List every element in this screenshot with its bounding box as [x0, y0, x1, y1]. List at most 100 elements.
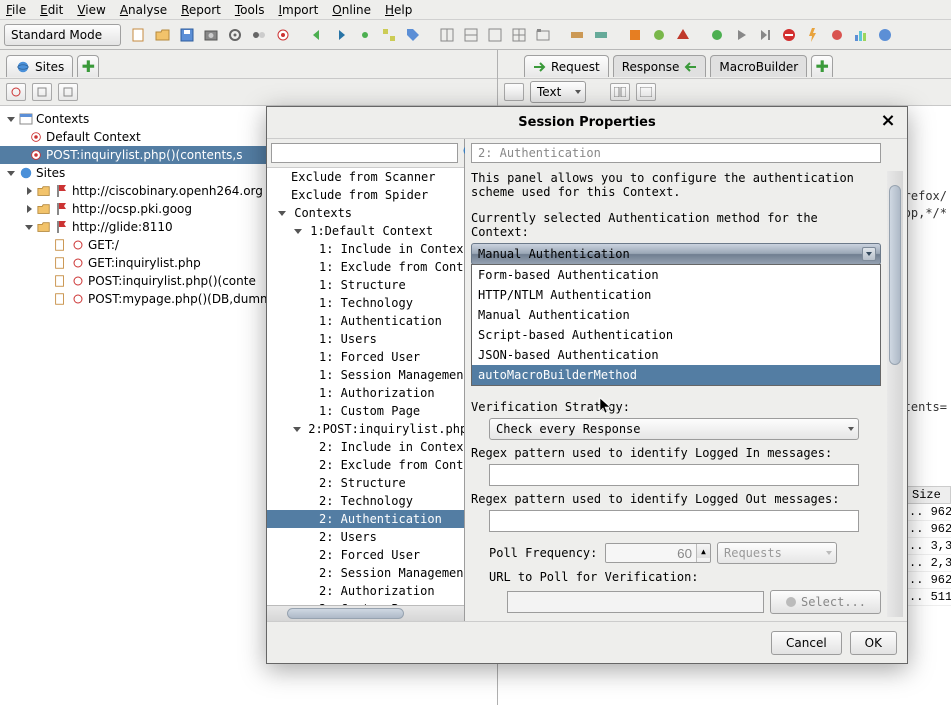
tree-item[interactable]: 1: Authorization [267, 384, 464, 402]
break-response-icon[interactable] [591, 25, 611, 45]
dropdown-option[interactable]: HTTP/NTLM Authentication [472, 285, 880, 305]
tree-item[interactable]: 2: Technology [267, 492, 464, 510]
arrow-left-green-icon[interactable] [307, 25, 327, 45]
tree-item-ctx1[interactable]: 1:Default Context [267, 222, 464, 240]
expander-icon[interactable] [6, 168, 16, 178]
expander-icon[interactable] [293, 424, 301, 434]
expander-icon[interactable] [24, 222, 34, 232]
tree-item[interactable]: 1: Exclude from Cont [267, 258, 464, 276]
close-icon[interactable]: × [879, 113, 897, 131]
break-request-icon[interactable] [567, 25, 587, 45]
tab-response[interactable]: Response [613, 55, 707, 77]
menu-import[interactable]: Import [278, 3, 318, 17]
context-new-icon[interactable] [6, 83, 26, 101]
tab-request[interactable]: Request [524, 55, 609, 77]
tree-item[interactable]: 1: Authentication [267, 312, 464, 330]
addon-orange-icon[interactable] [625, 25, 645, 45]
menu-edit[interactable]: Edit [40, 3, 63, 17]
expander-icon[interactable] [6, 114, 16, 124]
dropdown-option[interactable]: Manual Authentication [472, 305, 880, 325]
view-mode-select[interactable]: Text [530, 81, 586, 103]
open-icon[interactable] [153, 25, 173, 45]
expand-icon[interactable] [379, 25, 399, 45]
split-single-icon[interactable] [636, 83, 656, 101]
tree-item-ctx2[interactable]: 2:POST:inquirylist.php( [267, 420, 464, 438]
tab-add-right[interactable]: ✚ [811, 55, 833, 77]
tree-item[interactable]: 1: Custom Page [267, 402, 464, 420]
split-h-icon[interactable] [610, 83, 630, 101]
poll-frequency-spinner[interactable]: ▴▾ [605, 543, 711, 563]
spider-green-icon[interactable] [355, 25, 375, 45]
tree-item[interactable]: 2: Session Managemen [267, 564, 464, 582]
browser-icon[interactable] [875, 25, 895, 45]
tree-item[interactable]: 1: Include in Contex [267, 240, 464, 258]
poll-url-input[interactable] [507, 591, 764, 613]
search-input[interactable] [271, 143, 458, 163]
tree-item-selected[interactable]: 2: Authentication [267, 510, 464, 528]
tree-item[interactable]: 1: Users [267, 330, 464, 348]
menu-view[interactable]: View [77, 3, 105, 17]
scrollbar-thumb[interactable] [287, 608, 404, 619]
cancel-button[interactable]: Cancel [771, 631, 842, 655]
menu-file[interactable]: File [6, 3, 26, 17]
menu-report[interactable]: Report [181, 3, 221, 17]
dropdown-option[interactable]: Script-based Authentication [472, 325, 880, 345]
record-green-icon[interactable] [707, 25, 727, 45]
tag-blue-icon[interactable] [403, 25, 423, 45]
save-icon[interactable] [177, 25, 197, 45]
tree-item[interactable]: 1: Structure [267, 276, 464, 294]
tree-item[interactable]: 2: Include in Contex [267, 438, 464, 456]
expander-icon[interactable] [24, 204, 34, 214]
regex-logged-in-input[interactable] [489, 464, 859, 486]
layout-1-icon[interactable] [437, 25, 457, 45]
auth-method-combo[interactable]: Manual Authentication [471, 243, 881, 265]
layout-2-icon[interactable] [461, 25, 481, 45]
toggle-icon[interactable] [249, 25, 269, 45]
menu-help[interactable]: Help [385, 3, 412, 17]
play-icon[interactable] [731, 25, 751, 45]
dropdown-option-selected[interactable]: autoMacroBuilderMethod [472, 365, 880, 385]
spinner-up-icon[interactable]: ▴ [696, 544, 710, 558]
tree-item-contexts[interactable]: Contexts [267, 204, 464, 222]
bolt-icon[interactable] [803, 25, 823, 45]
tree-item[interactable]: 2: Exclude from Cont [267, 456, 464, 474]
tree-item[interactable]: 1: Technology [267, 294, 464, 312]
tree-item[interactable]: 1: Forced User [267, 348, 464, 366]
tab-sites[interactable]: Sites [6, 55, 73, 77]
tree-item[interactable]: Exclude from Spider [267, 186, 464, 204]
addon-green-icon[interactable] [649, 25, 669, 45]
context-export-icon[interactable] [58, 83, 78, 101]
dropdown-option[interactable]: JSON-based Authentication [472, 345, 880, 365]
stop-block-icon[interactable] [779, 25, 799, 45]
dropdown-option[interactable]: Form-based Authentication [472, 265, 880, 285]
record-red-icon[interactable] [827, 25, 847, 45]
select-button[interactable]: Select... [770, 590, 881, 614]
snapshot-icon[interactable] [201, 25, 221, 45]
target-icon[interactable] [273, 25, 293, 45]
menu-tools[interactable]: Tools [235, 3, 265, 17]
horizontal-scrollbar[interactable] [267, 605, 464, 621]
addon-red-icon[interactable] [673, 25, 693, 45]
verification-combo[interactable]: Check every Response [489, 418, 859, 440]
tree-item[interactable]: 2: Forced User [267, 546, 464, 564]
chart-icon[interactable] [851, 25, 871, 45]
vertical-scrollbar[interactable] [887, 171, 903, 617]
poll-frequency-input[interactable] [606, 544, 696, 562]
tab-macrobuilder[interactable]: MacroBuilder [710, 55, 807, 77]
tree-item[interactable]: 2: Users [267, 528, 464, 546]
tab-layout-icon[interactable] [533, 25, 553, 45]
spinner-down-icon[interactable]: ▾ [696, 558, 710, 563]
dialog-tree[interactable]: Exclude from Scanner Exclude from Spider… [267, 168, 464, 605]
mode-select[interactable]: Standard Mode [4, 24, 121, 46]
expander-icon[interactable] [293, 226, 303, 236]
menu-analyse[interactable]: Analyse [120, 3, 167, 17]
tab-add[interactable]: ✚ [77, 55, 99, 77]
ok-button[interactable]: OK [850, 631, 897, 655]
new-session-icon[interactable] [129, 25, 149, 45]
expander-icon[interactable] [277, 208, 287, 218]
tree-item[interactable]: Exclude from Scanner [267, 168, 464, 186]
layout-4-icon[interactable] [509, 25, 529, 45]
layout-3-icon[interactable] [485, 25, 505, 45]
arrow-right-blue-icon[interactable] [331, 25, 351, 45]
regex-logged-out-input[interactable] [489, 510, 859, 532]
